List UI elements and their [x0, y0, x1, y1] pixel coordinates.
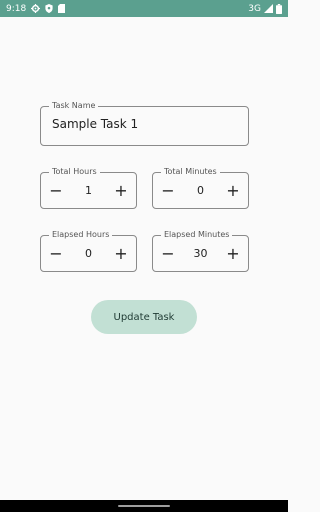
task-name-input[interactable]: Sample Task 1 — [52, 117, 138, 131]
shield-icon — [45, 4, 53, 13]
total-minutes-value[interactable]: 0 — [197, 184, 204, 197]
elapsed-hours-label: Elapsed Hours — [49, 229, 113, 241]
elapsed-hours-value[interactable]: 0 — [85, 247, 92, 260]
status-bar: 9:18 3G — [0, 0, 288, 17]
elapsed-minutes-value[interactable]: 30 — [194, 247, 208, 260]
elapsed-minutes-increment-button[interactable]: + — [224, 245, 242, 263]
battery-icon — [276, 3, 282, 14]
home-handle[interactable] — [118, 505, 170, 507]
update-task-button[interactable]: Update Task — [91, 300, 197, 334]
total-hours-stepper: Total Hours − 1 + — [40, 166, 137, 209]
elapsed-hours-decrement-button[interactable]: − — [47, 245, 65, 263]
total-hours-increment-button[interactable]: + — [112, 182, 130, 200]
total-minutes-increment-button[interactable]: + — [224, 182, 242, 200]
network-type: 3G — [248, 3, 261, 14]
elapsed-hours-increment-button[interactable]: + — [112, 245, 130, 263]
elapsed-minutes-decrement-button[interactable]: − — [159, 245, 177, 263]
total-minutes-label: Total Minutes — [161, 166, 220, 178]
total-hours-label: Total Hours — [49, 166, 100, 178]
elapsed-minutes-stepper: Elapsed Minutes − 30 + — [152, 229, 249, 272]
total-hours-value[interactable]: 1 — [85, 184, 92, 197]
total-minutes-stepper: Total Minutes − 0 + — [152, 166, 249, 209]
total-hours-decrement-button[interactable]: − — [47, 182, 65, 200]
signal-icon — [264, 4, 273, 13]
elapsed-minutes-label: Elapsed Minutes — [161, 229, 233, 241]
elapsed-hours-stepper: Elapsed Hours − 0 + — [40, 229, 137, 272]
status-time: 9:18 — [6, 3, 27, 14]
task-name-field[interactable]: Task Name Sample Task 1 — [40, 100, 249, 146]
navigation-bar — [0, 500, 288, 512]
total-minutes-decrement-button[interactable]: − — [159, 182, 177, 200]
task-name-label: Task Name — [49, 100, 99, 112]
gear-icon — [31, 4, 41, 13]
sd-card-icon — [58, 4, 66, 13]
